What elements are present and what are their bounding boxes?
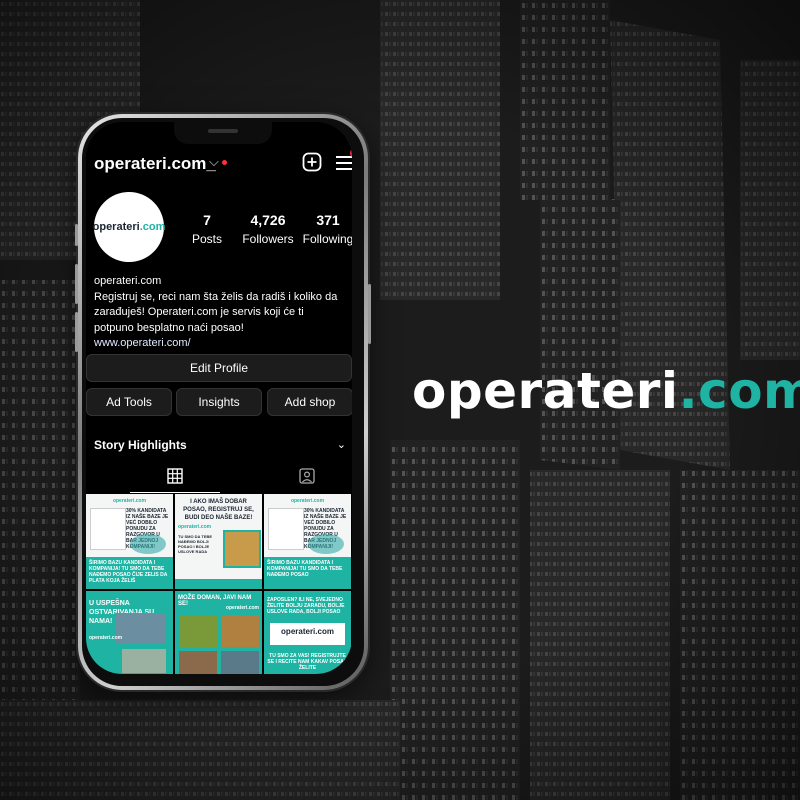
bio: operateri.com Registruj se, reci nam šta… <box>94 274 344 352</box>
brand-wordmark: operateri.com <box>412 362 800 420</box>
edit-profile-button[interactable]: Edit Profile <box>86 354 352 382</box>
phone-volume-down-button <box>75 312 78 352</box>
notification-dot <box>222 160 227 165</box>
brand-word: operateri <box>412 362 679 420</box>
phone-volume-up-button <box>75 264 78 304</box>
profile-tabs <box>86 460 352 494</box>
stat-posts[interactable]: 7 Posts <box>182 212 232 246</box>
chevron-down-icon[interactable]: ⌵ <box>209 154 219 170</box>
story-highlights-label: Story Highlights <box>94 438 187 452</box>
post-thumbnail[interactable]: ZAPOSLEN? ILI NE, SVEJEDNO ŽELITE BOLJU … <box>264 591 351 674</box>
ad-tools-button[interactable]: Ad Tools <box>86 388 172 416</box>
bio-text: Registruj se, reci nam šta želis da radi… <box>94 290 338 334</box>
stat-followers[interactable]: 4,726 Followers <box>238 212 298 246</box>
brand-accent: .com <box>678 362 800 420</box>
post-thumbnail[interactable]: MOŽE DOMAN, JAVI NAM SE! operateri.com <box>175 591 262 674</box>
post-thumbnail[interactable]: I AKO IMAŠ DOBAR POSAO, REGISTRUJ SE, BU… <box>175 494 262 589</box>
avatar-logo: operateri.com <box>92 221 166 233</box>
chevron-down-icon[interactable]: ⌄ <box>337 438 346 451</box>
tab-tagged[interactable] <box>262 460 352 492</box>
tagged-person-icon <box>299 468 315 484</box>
avatar[interactable]: operateri.com <box>92 192 166 262</box>
username[interactable]: operateri.com_ <box>94 154 216 174</box>
phone-screen: operateri.com_ ⌵ operateri.com 7 Posts 4… <box>86 122 352 674</box>
post-thumbnail[interactable]: operateri.com 30% KANDIDATA IZ NAŠE BAZE… <box>264 494 351 589</box>
website-link[interactable]: www.operateri.com/ <box>94 336 344 352</box>
instagram-profile: operateri.com_ ⌵ operateri.com 7 Posts 4… <box>86 122 352 674</box>
plus-square-icon[interactable] <box>302 152 322 172</box>
phone-mockup: operateri.com_ ⌵ operateri.com 7 Posts 4… <box>75 114 371 690</box>
post-thumbnail[interactable]: U USPEŠNA OSTVARIVANJA SU NAMA! operater… <box>86 591 173 674</box>
top-bar: operateri.com_ ⌵ <box>94 148 352 178</box>
grid-icon <box>167 468 183 484</box>
insights-button[interactable]: Insights <box>176 388 262 416</box>
phone-side-button <box>75 224 78 246</box>
phone-notch <box>174 122 272 144</box>
add-shop-button[interactable]: Add shop <box>267 388 352 416</box>
stat-following[interactable]: 371 Following <box>300 212 352 246</box>
phone-power-button <box>368 284 371 344</box>
story-highlights[interactable]: Story Highlights ⌄ <box>94 438 346 452</box>
post-thumbnail[interactable]: operateri.com 30% KANDIDATA IZ NAŠE BAZE… <box>86 494 173 589</box>
hamburger-menu-icon[interactable] <box>336 148 352 172</box>
tab-posts-grid[interactable] <box>130 460 220 493</box>
display-name: operateri.com <box>94 275 162 287</box>
posts-grid: operateri.com 30% KANDIDATA IZ NAŠE BAZE… <box>86 494 352 674</box>
